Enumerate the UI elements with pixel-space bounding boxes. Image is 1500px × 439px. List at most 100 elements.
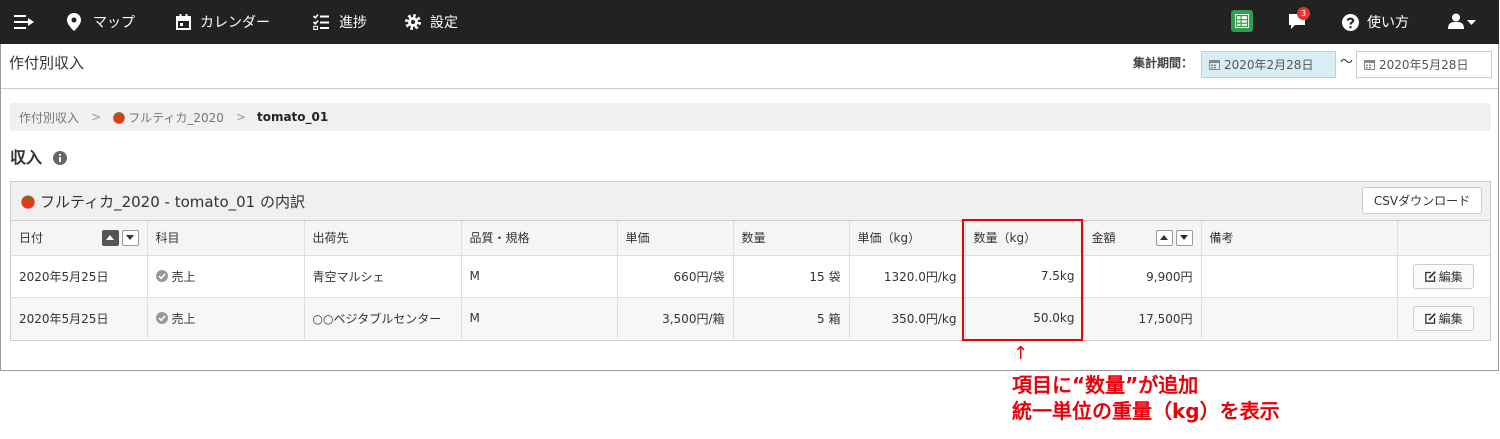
nav-item-map[interactable]: マップ (67, 0, 135, 44)
breadcrumb-separator: > (235, 110, 246, 124)
column-header-amount: 金額 (1082, 221, 1202, 256)
date-from-input[interactable]: 2020年2月28日 (1201, 51, 1336, 78)
column-header-label: 日付 (19, 231, 44, 246)
column-header-quantity: 数量 (732, 221, 850, 256)
menu-toggle-icon[interactable] (14, 14, 36, 30)
info-icon[interactable] (53, 151, 67, 165)
column-header-label: 金額 (1091, 231, 1116, 246)
sort-ascending-button[interactable] (101, 229, 119, 246)
edit-icon (1424, 312, 1436, 324)
spreadsheet-icon[interactable] (1231, 10, 1253, 32)
help-label: 使い方 (1367, 15, 1409, 31)
edit-button[interactable]: 編集 (1413, 305, 1475, 331)
column-header-category: 科目 (146, 221, 305, 256)
cell-amount: 17,500円 (1082, 296, 1202, 339)
top-navbar: マップ カレンダー 進捗 設定 3 使い方 (0, 0, 1499, 44)
table-row: 2020年5月25日 売上 青空マルシェ M 660円/袋 15 袋 1320.… (11, 254, 1490, 298)
column-header-date: 日付 (11, 221, 148, 256)
sort-up-icon (106, 235, 114, 241)
sort-up-icon (1160, 235, 1168, 241)
nav-item-label: 設定 (430, 15, 458, 31)
calendar-icon (176, 14, 191, 30)
date-to-value: 2020年5月28日 (1379, 58, 1469, 72)
panel-title-text: フルティカ_2020 - tomato_01 の内訳 (40, 192, 305, 211)
category-label: 売上 (171, 311, 196, 326)
breadcrumb-separator: > (91, 110, 102, 124)
nav-item-label: 進捗 (339, 15, 367, 31)
nav-item-settings[interactable]: 設定 (405, 0, 458, 44)
header-divider (1, 88, 1498, 89)
income-table: 日付 科目 出荷先 品質・規格 単価 数量 単価（kg） 数量（kg） 金額 備… (11, 221, 1490, 339)
cell-unit-price: 660円/袋 (616, 254, 734, 298)
cell-actions: 編集 (1396, 254, 1490, 298)
chevron-down-icon[interactable] (1467, 20, 1476, 25)
table-header-row: 日付 科目 出荷先 品質・規格 単価 数量 単価（kg） 数量（kg） 金額 備… (11, 221, 1490, 256)
column-header-unit-price-kg: 単価（kg） (848, 221, 966, 256)
nav-item-label: マップ (93, 15, 135, 31)
nav-item-progress[interactable]: 進捗 (313, 0, 367, 44)
page-title: 作付別収入 (9, 54, 85, 72)
csv-download-button[interactable]: CSVダウンロード (1362, 187, 1482, 214)
cell-actions: 編集 (1396, 296, 1490, 339)
nav-item-calendar[interactable]: カレンダー (176, 0, 270, 44)
cell-quantity: 15 袋 (732, 254, 850, 298)
cell-date: 2020年5月25日 (11, 254, 148, 298)
date-range-separator: 〜 (1340, 55, 1354, 70)
gear-icon (405, 14, 421, 30)
column-header-destination: 出荷先 (303, 221, 462, 256)
cell-category: 売上 (146, 254, 305, 298)
cell-category: 売上 (146, 296, 305, 339)
nav-item-label: カレンダー (200, 15, 270, 31)
cell-destination: ○○ベジタブルセンター (303, 296, 462, 339)
cell-quantity: 5 箱 (732, 296, 850, 339)
cell-date: 2020年5月25日 (11, 296, 148, 339)
check-circle-icon (155, 312, 168, 325)
cell-destination: 青空マルシェ (303, 254, 462, 298)
cell-grade: M (460, 254, 618, 298)
breadcrumb-item-crop[interactable]: フルティカ_2020 (128, 109, 224, 126)
map-marker-icon (67, 13, 81, 31)
cell-unit-price: 3,500円/箱 (616, 296, 734, 339)
sort-down-icon (126, 235, 134, 241)
help-link[interactable]: 使い方 (1342, 0, 1409, 44)
sort-down-icon (1180, 235, 1188, 241)
breadcrumb-item-crop-income[interactable]: 作付別収入 (19, 109, 79, 126)
cell-amount: 9,900円 (1082, 254, 1202, 298)
highlight-box (962, 219, 1083, 341)
user-icon[interactable] (1448, 13, 1464, 29)
calendar-icon (1364, 59, 1375, 70)
table-row: 2020年5月25日 売上 ○○ベジタブルセンター M 3,500円/箱 5 箱… (11, 296, 1490, 339)
sort-descending-button[interactable] (1175, 229, 1193, 246)
annotation-arrow: ↑ (1013, 343, 1029, 364)
column-header-note: 備考 (1200, 221, 1398, 256)
sort-descending-button[interactable] (121, 229, 139, 246)
panel-title: フルティカ_2020 - tomato_01 の内訳 (20, 182, 305, 220)
date-from-value: 2020年2月28日 (1224, 58, 1314, 72)
cell-unit-price-kg: 350.0円/kg (848, 296, 966, 339)
tomato-icon (20, 193, 36, 209)
annotation-line-1: 項目に“数量”が追加 (1012, 373, 1199, 397)
column-header-unit-price: 単価 (616, 221, 734, 256)
date-to-input[interactable]: 2020年5月28日 (1356, 51, 1492, 78)
breadcrumb-item-current: tomato_01 (256, 110, 329, 124)
column-header-grade: 品質・規格 (460, 221, 618, 256)
breakdown-panel: フルティカ_2020 - tomato_01 の内訳 CSVダウンロード 日付 (10, 181, 1491, 341)
sort-ascending-button[interactable] (1155, 229, 1173, 246)
edit-button[interactable]: 編集 (1413, 263, 1475, 289)
period-label: 集計期間： (1133, 56, 1194, 70)
panel-header: フルティカ_2020 - tomato_01 の内訳 CSVダウンロード (11, 182, 1490, 221)
calendar-icon (1209, 59, 1220, 70)
breadcrumb: 作付別収入 > フルティカ_2020 > tomato_01 (10, 103, 1491, 131)
cell-grade: M (460, 296, 618, 339)
category-label: 売上 (171, 269, 196, 284)
check-circle-icon (155, 270, 168, 282)
edit-label: 編集 (1438, 269, 1463, 284)
cell-unit-price-kg: 1320.0円/kg (848, 254, 966, 298)
column-header-actions (1396, 221, 1490, 256)
section-title: 収入 (10, 148, 43, 167)
cell-note (1200, 254, 1398, 298)
edit-label: 編集 (1438, 311, 1463, 326)
edit-icon (1424, 270, 1436, 282)
cell-note (1200, 296, 1398, 339)
question-circle-icon (1342, 13, 1359, 31)
